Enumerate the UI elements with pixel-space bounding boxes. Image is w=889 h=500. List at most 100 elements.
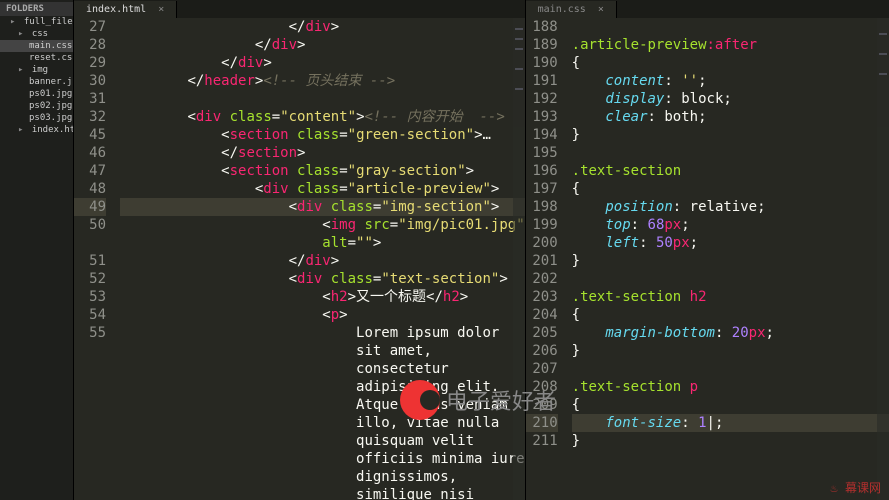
code-line[interactable]: <div class="content"><!-- 内容开始 --> — [120, 108, 525, 126]
code-line[interactable]: .article-preview:after — [572, 36, 889, 54]
line-number — [74, 486, 106, 500]
code-line[interactable]: { — [572, 306, 889, 324]
code-line[interactable]: <div class="text-section"> — [120, 270, 525, 288]
line-number — [74, 234, 106, 252]
code-line[interactable] — [572, 144, 889, 162]
code-line[interactable]: </div> — [120, 54, 525, 72]
code-line[interactable]: } — [572, 252, 889, 270]
code-line[interactable]: <section class="green-section">… — [120, 126, 525, 144]
code-line[interactable]: { — [572, 180, 889, 198]
code-line[interactable]: { — [572, 396, 889, 414]
code-line[interactable]: similique nisi — [120, 486, 525, 500]
tab-main-css[interactable]: main.css × — [526, 1, 617, 18]
line-number: 190 — [526, 54, 558, 72]
line-number — [74, 432, 106, 450]
file-item[interactable]: ▸ index.html — [0, 124, 73, 136]
code-line[interactable]: Atque natus veniam — [120, 396, 525, 414]
code-line[interactable]: officiis minima iure — [120, 450, 525, 468]
code-line[interactable]: </section> — [120, 144, 525, 162]
line-number — [74, 468, 106, 486]
line-number: 205 — [526, 324, 558, 342]
line-number: 49 — [74, 198, 106, 216]
code-line[interactable]: { — [572, 54, 889, 72]
file-item[interactable]: banner.jpg — [0, 76, 73, 88]
code-line[interactable]: <section class="gray-section"> — [120, 162, 525, 180]
line-number: 200 — [526, 234, 558, 252]
line-number: 53 — [74, 288, 106, 306]
code-line[interactable]: </div> — [120, 36, 525, 54]
file-item[interactable]: ps02.jpg — [0, 100, 73, 112]
tab-index-html[interactable]: index.html × — [74, 1, 177, 18]
code-line[interactable]: clear: both; — [572, 108, 889, 126]
code-line[interactable]: Lorem ipsum dolor — [120, 324, 525, 342]
code-line[interactable]: </div> — [120, 18, 525, 36]
gutter-left: 2728293031324546474849505152535455 — [74, 18, 116, 500]
code-line[interactable]: <p> — [120, 306, 525, 324]
minimap-left[interactable] — [513, 18, 525, 500]
code-line[interactable]: <h2>又一个标题</h2> — [120, 288, 525, 306]
line-number: 46 — [74, 144, 106, 162]
code-line[interactable]: alt=""> — [120, 234, 525, 252]
code-line[interactable]: <div class="article-preview"> — [120, 180, 525, 198]
code-line[interactable]: dignissimos, — [120, 468, 525, 486]
code-line[interactable]: margin-bottom: 20px; — [572, 324, 889, 342]
code-line[interactable]: consectetur — [120, 360, 525, 378]
line-number — [74, 414, 106, 432]
line-number: 32 — [74, 108, 106, 126]
line-number: 206 — [526, 342, 558, 360]
code-line[interactable]: } — [572, 342, 889, 360]
code-line[interactable]: quisquam velit — [120, 432, 525, 450]
code-right[interactable]: .article-preview:after{ content: ''; dis… — [568, 18, 889, 500]
line-number: 202 — [526, 270, 558, 288]
code-line[interactable]: } — [572, 126, 889, 144]
code-area-left[interactable]: 2728293031324546474849505152535455 </div… — [74, 18, 525, 500]
code-line[interactable]: illo, vitae nulla — [120, 414, 525, 432]
code-line[interactable]: adipisicing elit. — [120, 378, 525, 396]
code-area-right[interactable]: 1881891901911921931941951961971981992002… — [526, 18, 889, 500]
code-line[interactable]: top: 68px; — [572, 216, 889, 234]
pane-right: main.css × 18818919019119219319419519619… — [526, 0, 889, 500]
code-line[interactable]: <img src="img/pic01.jpg" — [120, 216, 525, 234]
code-line[interactable]: content: ''; — [572, 72, 889, 90]
code-left[interactable]: </div> </div> </div> </header><!-- 页头结束 … — [116, 18, 525, 500]
code-line[interactable] — [572, 18, 889, 36]
line-number: 193 — [526, 108, 558, 126]
code-line[interactable]: font-size: 1|; — [572, 414, 889, 432]
file-item[interactable]: ▸ full_files — [0, 16, 73, 28]
line-number: 30 — [74, 72, 106, 90]
file-item[interactable]: ▸ css — [0, 28, 73, 40]
code-line[interactable]: display: block; — [572, 90, 889, 108]
close-icon[interactable]: × — [158, 4, 164, 15]
code-line[interactable]: sit amet, — [120, 342, 525, 360]
line-number: 204 — [526, 306, 558, 324]
code-line[interactable]: </header><!-- 页头结束 --> — [120, 72, 525, 90]
code-line[interactable] — [572, 360, 889, 378]
file-item[interactable]: ▸ img — [0, 64, 73, 76]
minimap-right[interactable] — [877, 18, 889, 500]
code-line[interactable]: } — [572, 432, 889, 450]
line-number — [74, 342, 106, 360]
close-icon[interactable]: × — [598, 4, 604, 15]
code-line[interactable]: .text-section — [572, 162, 889, 180]
line-number: 197 — [526, 180, 558, 198]
line-number: 50 — [74, 216, 106, 234]
code-line[interactable]: position: relative; — [572, 198, 889, 216]
line-number: 199 — [526, 216, 558, 234]
line-number: 188 — [526, 18, 558, 36]
code-line[interactable] — [120, 90, 525, 108]
code-line[interactable]: .text-section p — [572, 378, 889, 396]
line-number — [74, 378, 106, 396]
code-line[interactable] — [572, 270, 889, 288]
file-item[interactable]: reset.css — [0, 52, 73, 64]
line-number: 28 — [74, 36, 106, 54]
file-item[interactable]: ps01.jpg — [0, 88, 73, 100]
pane-left: index.html × 272829303132454647484950515… — [74, 0, 526, 500]
code-line[interactable]: <div class="img-section"> — [120, 198, 525, 216]
line-number: 48 — [74, 180, 106, 198]
code-line[interactable]: </div> — [120, 252, 525, 270]
file-item[interactable]: ps03.jpg — [0, 112, 73, 124]
line-number: 54 — [74, 306, 106, 324]
file-item[interactable]: main.css — [0, 40, 73, 52]
code-line[interactable]: left: 50px; — [572, 234, 889, 252]
code-line[interactable]: .text-section h2 — [572, 288, 889, 306]
